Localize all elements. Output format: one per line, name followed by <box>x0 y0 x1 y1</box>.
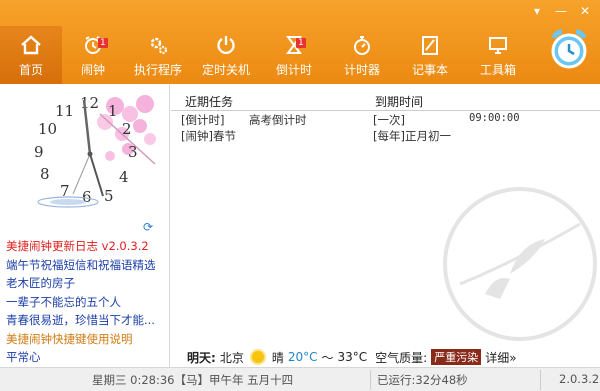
task-repeat: [一次] <box>373 113 405 127</box>
tab-notepad[interactable]: 记事本 <box>396 26 464 84</box>
clock-number: 9 <box>34 143 44 161</box>
app-logo-alarm-icon <box>546 26 592 72</box>
clock-number: 11 <box>55 102 74 120</box>
tab-home[interactable]: 首页 <box>0 26 62 84</box>
program-gear-icon <box>145 32 171 58</box>
home-icon <box>18 32 44 58</box>
tab-label: 倒计时 <box>275 63 312 77</box>
table-row[interactable]: [倒计时] 高考倒计时 [一次] 09:00:00 <box>171 112 600 128</box>
clock-number: 5 <box>104 187 114 205</box>
status-divider <box>540 370 541 390</box>
air-quality-label: 空气质量: <box>375 350 428 365</box>
clock-number: 8 <box>40 165 50 183</box>
news-link[interactable]: 一辈子不能忘的五个人 <box>6 293 166 312</box>
weather-day: 明天: <box>187 350 216 365</box>
tab-timer[interactable]: 计时器 <box>328 26 396 84</box>
main-toolbar: 首页 1 闹钟 执行程序 定时关机 1 倒计时 计时器 记事本 工具箱 <box>0 26 540 84</box>
news-link[interactable]: 平常心 <box>6 348 166 367</box>
table-row[interactable]: [闹钟]春节 [每年]正月初一 <box>171 128 600 144</box>
notepad-icon <box>417 32 443 58</box>
news-link[interactable]: 美捷闹钟更新日志 v2.0.3.2 <box>6 237 166 256</box>
window-controls: ▾ — ✕ <box>526 3 596 19</box>
clock-minute-hand <box>89 153 104 197</box>
sunny-icon <box>251 351 264 363</box>
temp-high: 33°C <box>337 350 368 364</box>
tab-alarm[interactable]: 1 闹钟 <box>62 26 124 84</box>
bird-branch-watermark <box>440 184 600 344</box>
weather-city[interactable]: 北京 <box>220 349 244 366</box>
clock-number: 1 <box>108 102 118 120</box>
weather-detail-link[interactable]: 详细» <box>485 349 516 366</box>
task-table-header: 近期任务 到期时间 <box>171 93 600 111</box>
news-link[interactable]: 美捷闹钟快捷键使用说明 <box>6 330 166 349</box>
close-icon[interactable]: ✕ <box>574 3 596 19</box>
news-links-list: 美捷闹钟更新日志 v2.0.3.2 端午节祝福短信和祝福语精选 老木匠的房子 一… <box>6 237 166 367</box>
refresh-icon[interactable]: ⟳ <box>143 220 155 234</box>
tab-scheduled-shutdown[interactable]: 定时关机 <box>192 26 260 84</box>
tab-label: 定时关机 <box>201 63 250 77</box>
status-running-time: 已运行:32分48秒 <box>377 373 468 387</box>
news-link[interactable]: 老木匠的房子 <box>6 274 166 293</box>
column-header-due[interactable]: 到期时间 <box>375 93 423 110</box>
clock-number: 3 <box>128 143 138 161</box>
task-type: [闹钟]春节 <box>181 129 236 143</box>
tab-toolbox[interactable]: 工具箱 <box>464 26 532 84</box>
stopwatch-icon <box>349 32 375 58</box>
tab-label: 工具箱 <box>479 63 516 77</box>
task-type: [倒计时] <box>181 113 225 127</box>
analog-clock: 12 1 2 3 4 5 6 7 8 9 10 11 <box>0 84 170 219</box>
clock-number: 12 <box>80 94 99 112</box>
status-divider <box>370 370 371 390</box>
alarm-count-badge: 1 <box>98 38 108 48</box>
news-link[interactable]: 青春很易逝，珍惜当下才能... <box>6 311 166 330</box>
countdown-count-badge: 1 <box>296 38 306 48</box>
weather-condition: 晴 <box>271 350 284 365</box>
minimize-icon[interactable]: — <box>550 3 572 19</box>
weather-bar: 明天: 北京 晴 20°C ～ 33°C 空气质量: 严重污染 详细» <box>171 346 600 368</box>
left-panel: 12 1 2 3 4 5 6 7 8 9 10 11 ⟳ 美捷闹钟更新日志 v2… <box>0 84 170 367</box>
clock-number: 10 <box>38 120 57 138</box>
status-version: 2.0.3.2 <box>559 372 600 386</box>
air-quality-badge: 严重污染 <box>431 349 482 365</box>
power-icon <box>213 32 239 58</box>
status-date: 星期三 0:28:36【马】甲午年 五月十四 <box>92 373 294 387</box>
tab-label: 首页 <box>18 63 43 77</box>
clock-number: 4 <box>119 168 129 186</box>
column-header-task[interactable]: 近期任务 <box>185 93 233 110</box>
task-name: 高考倒计时 <box>249 113 307 127</box>
tab-label: 执行程序 <box>133 63 182 77</box>
news-link[interactable]: 端午节祝福短信和祝福语精选 <box>6 256 166 275</box>
temp-low: 20°C <box>287 350 318 364</box>
top-toolbar-bar: ▾ — ✕ 首页 1 闹钟 执行程序 定时关机 1 倒计时 计时器 记事本 工具… <box>0 0 600 84</box>
clock-number: 2 <box>122 120 132 138</box>
task-time: 09:00:00 <box>469 112 520 124</box>
tab-label: 闹钟 <box>80 63 105 77</box>
task-repeat: [每年]正月初一 <box>373 129 451 143</box>
tab-countdown[interactable]: 1 倒计时 <box>260 26 328 84</box>
status-bar: 星期三 0:28:36【马】甲午年 五月十四 已运行:32分48秒 2.0.3.… <box>0 367 600 391</box>
tab-run-program[interactable]: 执行程序 <box>124 26 192 84</box>
menu-dropdown-icon[interactable]: ▾ <box>526 3 548 19</box>
monitor-icon <box>485 32 511 58</box>
tab-label: 计时器 <box>343 63 380 77</box>
task-panel: 近期任务 到期时间 [倒计时] 高考倒计时 [一次] 09:00:00 [闹钟]… <box>171 84 600 346</box>
temp-separator: ～ <box>321 350 334 365</box>
tab-label: 记事本 <box>411 63 448 77</box>
